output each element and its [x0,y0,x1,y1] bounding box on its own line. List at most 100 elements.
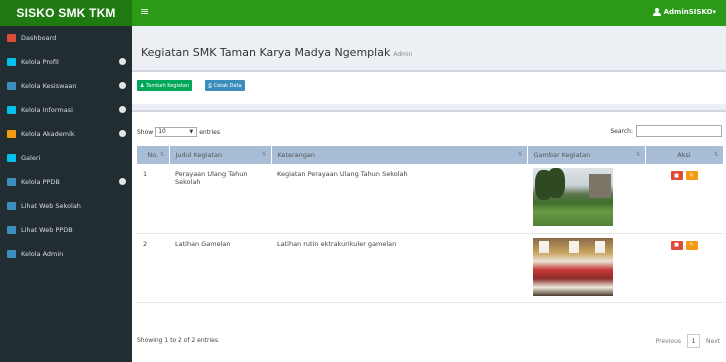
column-header-label: No. [147,151,159,159]
table-box: Show 10 ▼ entries Search: No. ⇅ Judul Keg… [132,110,726,362]
sidebar-item[interactable]: Kelola Admin [0,242,132,266]
top-navbar: ≡ AdminSISKO▾ [132,0,726,26]
add-activity-button[interactable]: ♟ Tambah Kegiatan [137,80,193,91]
activity-table: No. ⇅ Judul Kegiatan ⇅ Keterangan ⇅ Gambar … [137,146,724,303]
sidebar-item-label: Dashboard [21,34,57,42]
gears-icon [7,58,16,66]
column-header-label: Judul Kegiatan [175,151,223,159]
sort-icon: ⇅ [159,151,165,158]
edit-button[interactable]: ✎ [685,240,698,250]
sidebar-toggle-icon[interactable]: ≡ [140,6,149,18]
photo-detail [569,240,579,253]
search-label: Search: [610,127,633,135]
user-icon [652,8,661,16]
main-content: Kegiatan SMK Taman Karya Madya Ngemplak A… [132,26,726,362]
photo-detail [547,168,565,198]
cell-gambar [527,164,645,234]
brand-logo[interactable]: SISKO SMK TKM [0,0,132,26]
search-input[interactable] [636,125,722,137]
next-button[interactable]: Next [706,338,720,345]
sidebar-item-label: Kelola PPDB [21,178,60,186]
column-header-gambar[interactable]: Gambar Kegiatan ⇅ [527,146,646,164]
photo-detail [539,240,549,253]
entries-select[interactable]: 10 ▼ [155,127,198,137]
table-header-row: No. ⇅ Judul Kegiatan ⇅ Keterangan ⇅ Gambar … [137,146,724,164]
sort-icon: ⇅ [713,151,719,158]
search-control: Search: [610,125,722,137]
page-title: Kegiatan SMK Taman Karya Madya Ngemplak A… [141,46,412,59]
user-menu-label: AdminSISKO▾ [663,8,716,16]
photo-detail [595,240,605,253]
print-data-button[interactable]: ⎙ Cetak Data [205,80,245,91]
edit-icon: ✎ [689,172,694,179]
chevron-circle-icon [119,82,126,89]
trash-icon: ■ [674,242,679,248]
sidebar-item[interactable]: Galeri [0,146,132,170]
sidebar-item-label: Galeri [21,154,41,162]
caret-down-icon: ▼ [189,129,194,135]
sidebar-item[interactable]: Dashboard [0,26,132,50]
cell-no: 2 [137,233,169,303]
chevron-circle-icon [119,106,126,113]
sidebar-item[interactable]: Kelola Kesiswaan [0,74,132,98]
sidebar-item-label: Kelola Akademik [21,130,75,138]
cell-no: 1 [137,164,169,234]
column-header-judul[interactable]: Judul Kegiatan ⇅ [169,146,272,164]
sidebar-item-label: Kelola Kesiswaan [21,82,77,90]
column-header-aksi[interactable]: Aksi ⇅ [645,146,724,164]
sidebar-item[interactable]: Kelola Profil [0,50,132,74]
sort-icon: ⇅ [635,151,641,158]
image-icon [7,154,16,162]
chevron-circle-icon [119,178,126,185]
sidebar: Dashboard Kelola Profil Kelola Kesiswaan Ke… [0,26,132,362]
user-menu[interactable]: AdminSISKO▾ [652,8,716,16]
user-icon [7,250,16,258]
show-label: Show [137,128,154,136]
desktop-icon [7,202,16,210]
chevron-circle-icon [119,130,126,137]
cell-gambar [527,233,645,303]
edit-button[interactable]: ✎ [685,171,698,180]
sidebar-item[interactable]: Kelola Akademik [0,122,132,146]
sidebar-item-label: Kelola Profil [21,58,59,66]
cell-judul: Latihan Gamelan [169,233,271,303]
users-icon [7,178,16,186]
desktop-icon [7,226,16,234]
chevron-circle-icon [119,58,126,65]
table-info: Showing 1 to 2 of 2 entries [137,337,218,344]
print-data-label: Cetak Data [213,82,242,89]
entries-label: entries [199,128,221,136]
column-header-keterangan[interactable]: Keterangan ⇅ [271,146,528,164]
cell-judul: Perayaan Ulang Tahun Sekolah [169,164,271,234]
sidebar-item[interactable]: Kelola PPDB [0,170,132,194]
previous-button[interactable]: Previous [656,338,681,345]
column-header-no[interactable]: No. ⇅ [137,146,170,164]
cell-aksi: ■ ✎ [645,233,723,303]
page-1-button[interactable]: 1 [687,334,701,348]
sidebar-item-label: Lihat Web PPDB [21,226,73,234]
page-subtitle: Admin [393,51,413,58]
trash-icon: ■ [674,172,679,179]
column-header-label: Aksi [677,151,691,159]
sidebar-item[interactable]: Lihat Web PPDB [0,218,132,242]
length-control: Show 10 ▼ entries [137,127,220,137]
sort-icon: ⇅ [517,151,523,158]
cell-aksi: ■ ✎ [645,164,723,234]
graduation-cap-icon [7,82,16,90]
toolbar-box: ♟ Tambah Kegiatan ⎙ Cetak Data [132,70,726,104]
activity-photo [533,168,613,226]
sort-icon: ⇅ [261,151,267,158]
bullhorn-icon [7,106,16,114]
sidebar-item[interactable]: Kelola Informasi [0,98,132,122]
delete-button[interactable]: ■ [670,240,683,250]
sidebar-item-label: Kelola Informasi [21,106,73,114]
entries-select-value: 10 [158,128,166,135]
edit-icon: ✎ [689,242,694,248]
delete-button[interactable]: ■ [670,171,683,180]
table-row: 2 Latihan Gamelan Latihan rutin ektrakur… [137,233,723,303]
page-title-text: Kegiatan SMK Taman Karya Madya Ngemplak [141,46,391,59]
dashboard-icon [7,34,16,42]
sidebar-item[interactable]: Lihat Web Sekolah [0,194,132,218]
cell-keterangan: Kegiatan Perayaan Ulang Tahun Sekolah [271,164,527,234]
institution-icon [7,130,16,138]
